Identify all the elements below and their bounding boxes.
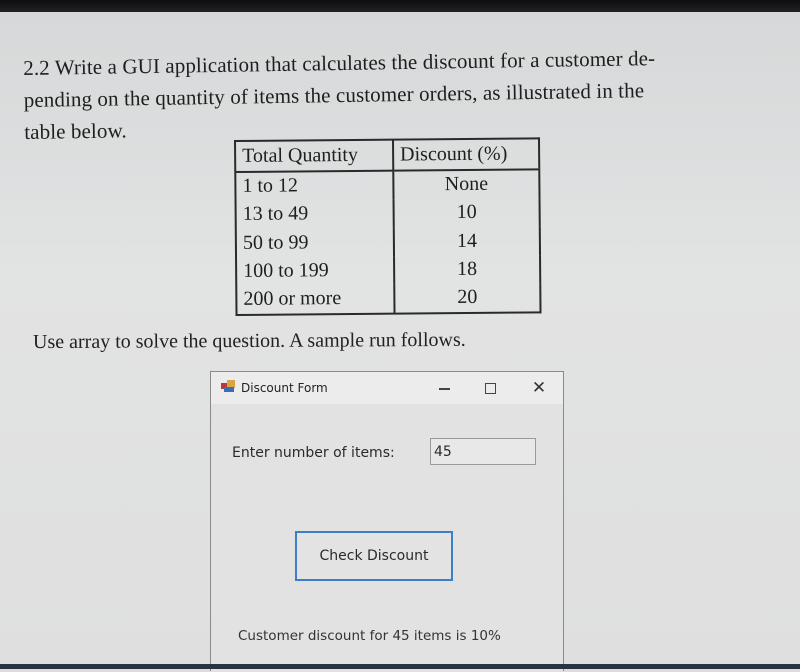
quantity-cell: 13 to 49 <box>235 199 394 229</box>
screen-bottom-edge <box>0 664 800 669</box>
check-discount-button[interactable]: Check Discount <box>295 531 453 581</box>
items-label: Enter number of items: <box>232 445 395 461</box>
header-discount: Discount (%) <box>393 138 540 171</box>
table-row: 1 to 12 None <box>235 169 539 201</box>
quantity-cell: 100 to 199 <box>236 256 395 286</box>
items-input[interactable] <box>430 438 536 465</box>
table-row: 50 to 99 14 <box>235 226 540 258</box>
header-total-quantity: Total Quantity <box>235 139 394 172</box>
table-row: 200 or more 20 <box>236 283 540 315</box>
discount-cell: 18 <box>457 258 478 281</box>
table-row: 100 to 199 18 <box>236 255 540 286</box>
minimize-button[interactable] <box>429 376 459 400</box>
quantity-cell: 1 to 12 <box>235 170 394 201</box>
close-icon: ✕ <box>531 378 547 398</box>
window-title: Discount Form <box>241 381 328 395</box>
instruction-text: Use array to solve the question. A sampl… <box>32 328 466 354</box>
window-titlebar[interactable]: Discount Form ✕ <box>211 372 563 404</box>
quantity-cell: 200 or more <box>236 284 395 315</box>
quantity-cell: 50 to 99 <box>235 227 395 258</box>
discount-cell: 10 <box>456 201 477 224</box>
discount-form-window: Discount Form ✕ Enter number of items: C… <box>210 371 564 672</box>
question-text: 2.2 Write a GUI application that calcula… <box>23 40 764 148</box>
discount-cell: 20 <box>457 286 478 309</box>
discount-table: Total Quantity Discount (%) 1 to 12 None… <box>234 137 542 316</box>
maximize-icon <box>484 382 496 394</box>
table-row: 13 to 49 10 <box>235 198 540 229</box>
form-client-area: Enter number of items: Check Discount Cu… <box>211 404 563 672</box>
winforms-app-icon <box>221 380 235 393</box>
close-button[interactable]: ✕ <box>524 376 554 400</box>
minimize-icon <box>438 388 450 390</box>
maximize-button[interactable] <box>475 376 505 400</box>
discount-cell: None <box>444 173 489 196</box>
result-label: Customer discount for 45 items is 10% <box>238 628 501 644</box>
table-header-row: Total Quantity Discount (%) <box>235 138 540 172</box>
discount-cell: 14 <box>456 229 477 252</box>
